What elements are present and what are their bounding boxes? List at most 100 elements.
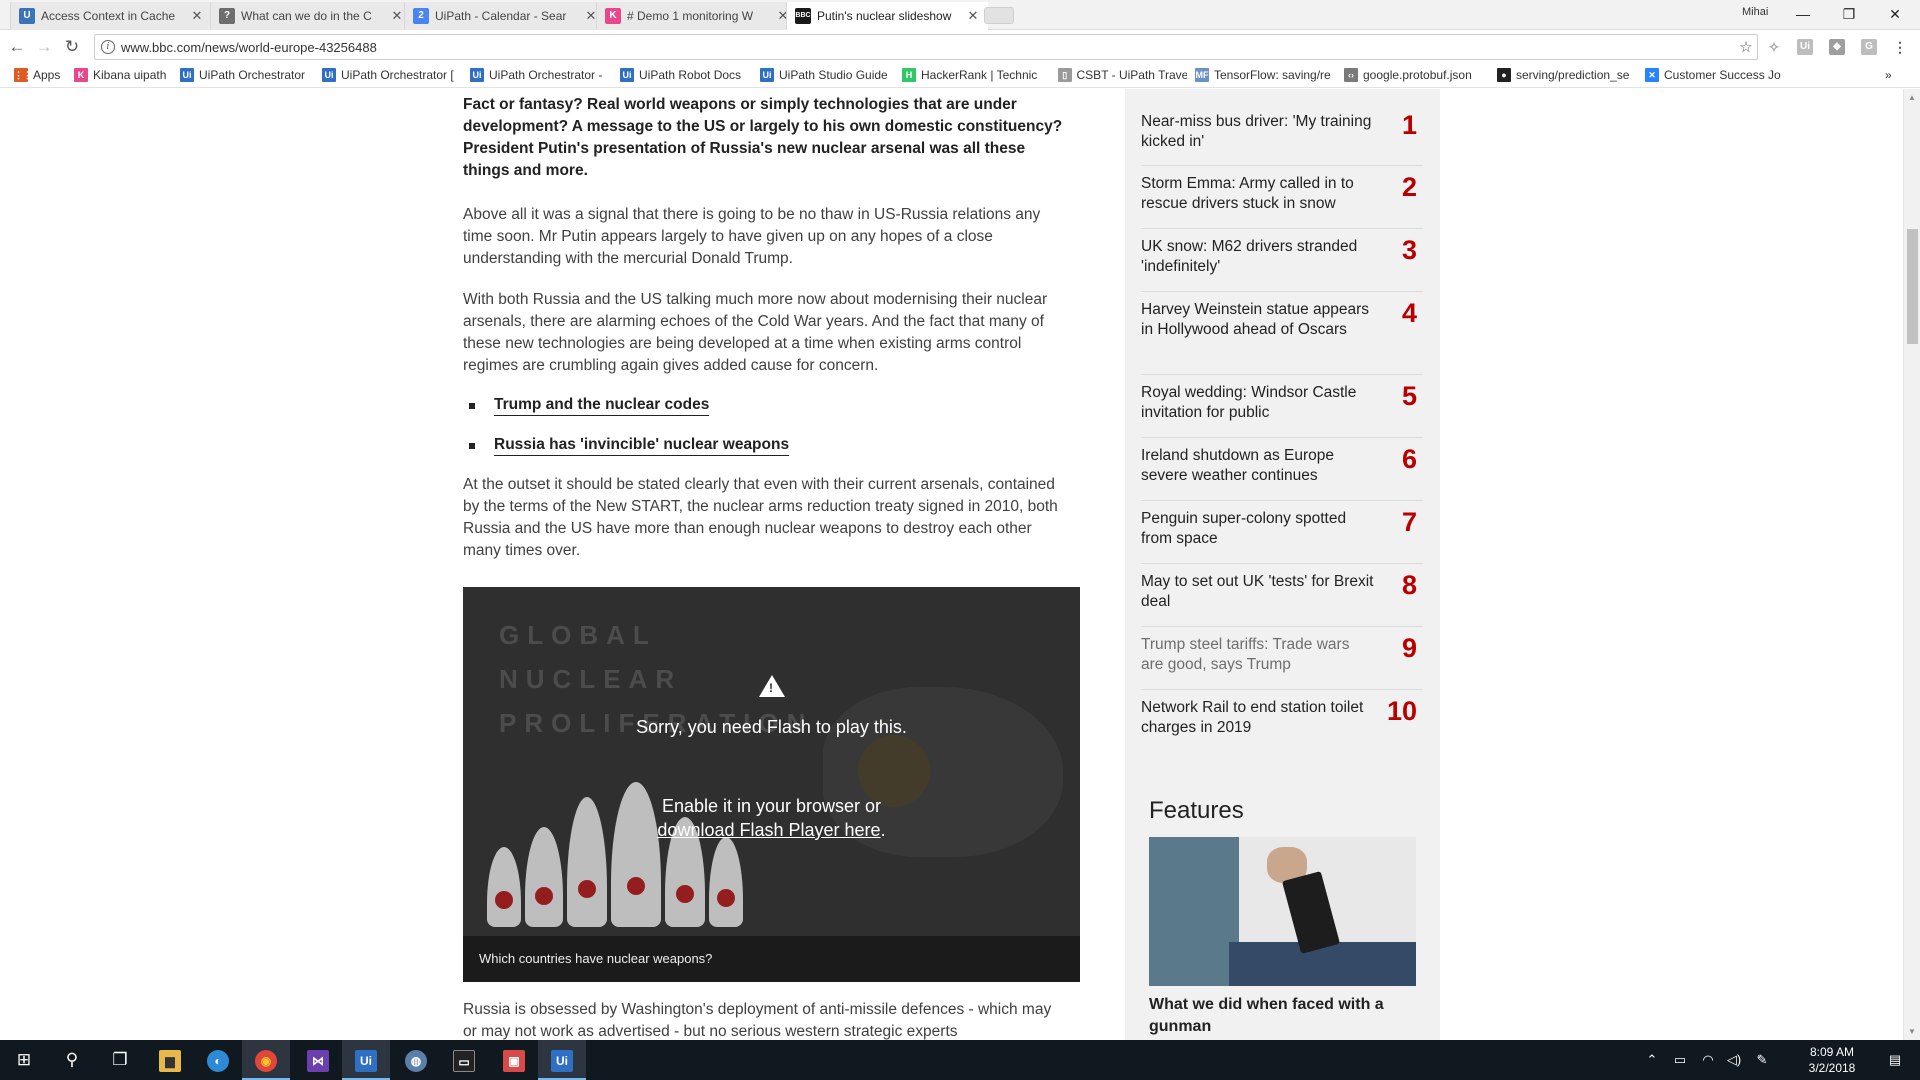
download-flash-link[interactable]: download Flash Player here (657, 820, 880, 840)
uipath-extension-icon[interactable]: Ui (1797, 39, 1813, 55)
pen-icon[interactable]: ✎ (1750, 1040, 1774, 1080)
start-icon[interactable]: ⊞ (0, 1040, 48, 1080)
menu-kebab-icon[interactable]: ⋮ (1892, 39, 1908, 55)
terminal-icon[interactable]: ▭ (440, 1040, 488, 1080)
close-icon[interactable]: ✕ (390, 8, 404, 24)
tray-chevron-icon[interactable]: ⌃ (1640, 1040, 1664, 1080)
most-read-title[interactable]: Ireland shutdown as Europe severe weathe… (1141, 446, 1376, 486)
reload-icon[interactable]: ↻ (60, 35, 84, 59)
bookmark-item[interactable]: ‹› google.protobuf.json (1344, 68, 1472, 82)
tab-title: # Demo 1 monitoring W (627, 9, 754, 23)
most-read-title[interactable]: Penguin super-colony spotted from space (1141, 509, 1376, 549)
search-icon[interactable]: ⚲ (48, 1040, 96, 1080)
bookmark-item[interactable]: MF TensorFlow: saving/re (1195, 68, 1331, 82)
page-scrollbar[interactable]: ▲ ▼ (1903, 89, 1920, 1040)
bookmark-item[interactable]: Ui UiPath Orchestrator - (470, 68, 602, 82)
profile-name[interactable]: Mihai (1742, 6, 1768, 18)
most-read-title[interactable]: Near-miss bus driver: 'My training kicke… (1141, 112, 1376, 152)
tab-title: Putin's nuclear slideshow (817, 9, 952, 23)
uipath-robot-icon[interactable]: Ui (538, 1040, 586, 1080)
address-bar[interactable]: i www.bbc.com/news/world-europe-43256488… (94, 34, 1758, 60)
tab-calendar[interactable]: 2 UiPath - Calendar - Sear ✕ (404, 2, 606, 30)
volume-icon[interactable]: ◁) (1722, 1040, 1746, 1080)
scrollbar-thumb[interactable] (1907, 229, 1918, 344)
bookmark-label: HackerRank | Technic (921, 68, 1038, 82)
bookmark-item[interactable]: ● serving/prediction_se (1497, 68, 1629, 82)
close-icon[interactable]: ✕ (190, 8, 204, 24)
system-clock[interactable]: 8:09 AM 3/2/2018 (1792, 1044, 1872, 1076)
close-window-icon[interactable]: ✕ (1872, 0, 1918, 28)
bookmark-item[interactable]: Ui UiPath Orchestrator (180, 68, 305, 82)
bookmark-item[interactable]: H HackerRank | Technic (902, 68, 1037, 82)
article-lead: Fact or fantasy? Real world weapons or s… (463, 96, 1063, 179)
extension-puzzle-icon[interactable]: ◆ (1829, 39, 1845, 55)
back-icon[interactable]: ← (5, 35, 29, 59)
most-read-rank: 8 (1401, 570, 1417, 600)
most-read-title[interactable]: Network Rail to end station toilet charg… (1141, 698, 1376, 738)
tab-kibana[interactable]: K # Demo 1 monitoring W ✕ (596, 2, 798, 30)
tab-forum[interactable]: ? What can we do in the C ✕ (210, 2, 412, 30)
site-info-icon[interactable]: i (101, 40, 115, 54)
most-read-title[interactable]: UK snow: M62 drivers stranded 'indefinit… (1141, 237, 1376, 277)
kibana-icon: K (605, 8, 621, 24)
task-view-icon[interactable]: ❐ (96, 1040, 144, 1080)
new-tab-button[interactable] (984, 7, 1014, 24)
wifi-icon[interactable]: ◠ (1696, 1040, 1720, 1080)
clock-date: 3/2/2018 (1808, 1061, 1856, 1075)
scroll-down-icon[interactable]: ▼ (1908, 1027, 1916, 1036)
bookmark-item[interactable]: Ui UiPath Robot Docs (620, 68, 741, 82)
jeans-shape (1229, 942, 1416, 986)
most-read-title[interactable]: Storm Emma: Army called in to rescue dri… (1141, 174, 1376, 214)
google-extension-icon[interactable]: G (1861, 39, 1877, 55)
most-read-item[interactable]: Near-miss bus driver: 'My training kicke… (1141, 104, 1423, 166)
close-icon[interactable]: ✕ (966, 8, 980, 24)
most-read-item[interactable]: Storm Emma: Army called in to rescue dri… (1141, 166, 1423, 229)
most-read-item[interactable]: Penguin super-colony spotted from space 7 (1141, 501, 1423, 564)
chrome-icon[interactable]: ◉ (242, 1040, 290, 1080)
tab-title: Access Context in Cache (41, 9, 176, 23)
most-read-item[interactable]: Network Rail to end station toilet charg… (1141, 690, 1423, 753)
bookmark-item[interactable]: K Kibana uipath (74, 68, 166, 82)
more-bookmarks-icon[interactable]: » (1885, 68, 1892, 82)
bookmark-item[interactable]: ⋮⋮ Apps (14, 68, 60, 82)
uipath-studio-icon[interactable]: Ui (342, 1040, 390, 1080)
related-link-invincible-weapons[interactable]: Russia has 'invincible' nuclear weapons (494, 435, 790, 456)
most-read-item[interactable]: Ireland shutdown as Europe severe weathe… (1141, 438, 1423, 501)
bookmark-star-icon[interactable]: ☆ (1735, 38, 1757, 56)
flash-media-player[interactable]: GLOBAL NUCLEAR PROLIFERATION ! Sorry, yo… (463, 587, 1080, 982)
scroll-up-icon[interactable]: ▲ (1908, 93, 1916, 102)
most-read-item[interactable]: UK snow: M62 drivers stranded 'indefinit… (1141, 229, 1423, 292)
edge-browser-icon[interactable]: ◐ (194, 1040, 242, 1080)
extension-sparkle-icon[interactable]: ✧ (1766, 39, 1782, 55)
bookmark-item[interactable]: Ui UiPath Orchestrator [ (322, 68, 454, 82)
paint-icon[interactable]: ▣ (490, 1040, 538, 1080)
tab-bbc-active[interactable]: BBC Putin's nuclear slideshow ✕ (786, 2, 988, 30)
battery-icon[interactable]: ▭ (1668, 1040, 1692, 1080)
visual-studio-icon[interactable]: ⋈ (294, 1040, 342, 1080)
most-read-title[interactable]: May to set out UK 'tests' for Brexit dea… (1141, 572, 1376, 612)
bookmark-item[interactable]: Ui UiPath Studio Guide (760, 68, 888, 82)
action-center-icon[interactable]: ▤ (1880, 1040, 1910, 1080)
browser-tab-strip: U Access Context in Cache ✕ ? What can w… (0, 0, 1920, 30)
file-explorer-icon[interactable]: ▆ (146, 1040, 194, 1080)
most-read-title[interactable]: Trump steel tariffs: Trade wars are good… (1141, 635, 1376, 675)
most-read-rank: 10 (1386, 696, 1417, 726)
tab-access-context[interactable]: U Access Context in Cache ✕ (10, 2, 212, 30)
bookmark-item[interactable]: ✕ Customer Success Jo (1645, 68, 1781, 82)
most-read-item[interactable]: May to set out UK 'tests' for Brexit dea… (1141, 564, 1423, 627)
forward-icon[interactable]: → (32, 35, 56, 59)
feature-headline-link[interactable]: What we did when faced with a gunman (1149, 994, 1416, 1038)
related-link-trump-codes[interactable]: Trump and the nuclear codes (494, 395, 710, 416)
most-read-title[interactable]: Harvey Weinstein statue appears in Holly… (1141, 300, 1376, 340)
most-read-item[interactable]: Royal wedding: Windsor Castle invitation… (1141, 375, 1423, 438)
bookmark-item[interactable]: ▯ CSBT - UiPath Travel (1058, 68, 1187, 82)
minimize-icon[interactable]: — (1780, 0, 1826, 28)
feature-image[interactable] (1149, 837, 1416, 986)
network-app-icon[interactable]: ◍ (392, 1040, 440, 1080)
bookmark-label: Kibana uipath (93, 68, 167, 82)
most-read-item[interactable]: Trump steel tariffs: Trade wars are good… (1141, 627, 1423, 690)
restore-icon[interactable]: ❐ (1826, 0, 1872, 28)
most-read-item[interactable]: Harvey Weinstein statue appears in Holly… (1141, 292, 1423, 375)
most-read-title[interactable]: Royal wedding: Windsor Castle invitation… (1141, 383, 1376, 423)
url-text[interactable]: www.bbc.com/news/world-europe-43256488 (121, 40, 1735, 55)
